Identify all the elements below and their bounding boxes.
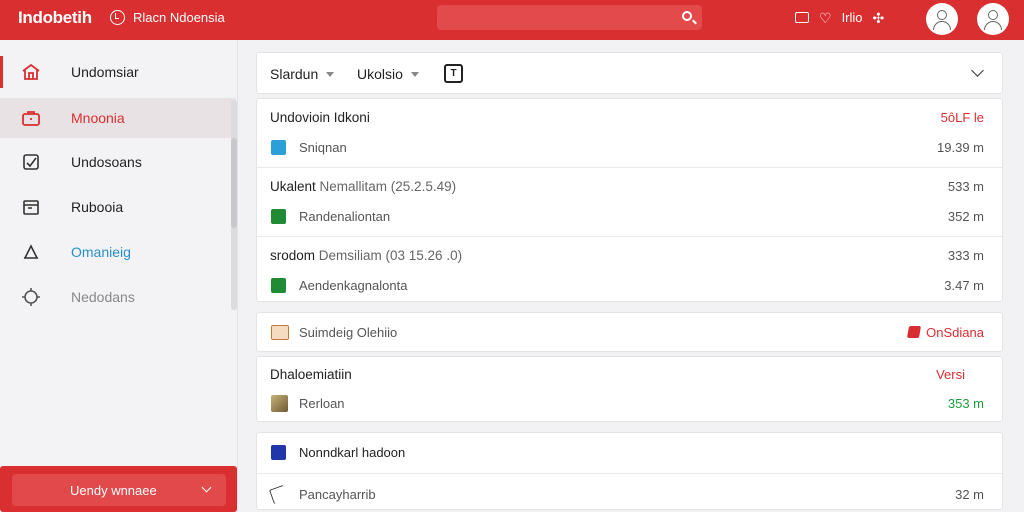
settings-icon (21, 287, 41, 307)
cursor-icon (268, 484, 289, 504)
briefcase-icon (21, 108, 41, 128)
divider (257, 167, 1002, 168)
file-blue-icon (271, 139, 286, 155)
sidebar: Undomsiar Mnoonia Undosoans Rubooia Oman… (0, 40, 238, 512)
toolbar-text[interactable]: Irlio (842, 10, 863, 25)
list-item-header[interactable]: srodom Demsiliam (03 15.26 .0) 333 m (257, 238, 1002, 272)
divider (257, 236, 1002, 237)
sidebar-item-documents[interactable]: Undosoans (0, 142, 236, 182)
photo-icon[interactable] (795, 12, 809, 23)
home-icon (21, 62, 41, 82)
chevron-down-icon (201, 482, 212, 493)
divider (257, 473, 1002, 474)
photo-thumbnail-icon (271, 394, 288, 412)
list-item[interactable]: Randenaliontan 352 m (257, 199, 1002, 233)
sheet-green-icon (271, 208, 286, 224)
list-item[interactable]: Pancayharrib 32 m (257, 477, 1002, 511)
list-item[interactable]: Nonndkarl hadoon (257, 435, 1002, 469)
top-bar: Indobetih Rlacn Ndoensia ♡ Irlio ✣ (0, 0, 1024, 40)
doc-check-icon (21, 152, 41, 172)
results-card: Undovioin Idkoni 5ôLF le Sniqnan 19.39 m… (256, 98, 1003, 302)
filter-bar: Slardun Ukolsio T (256, 52, 1003, 94)
heart-icon[interactable]: ♡ (819, 11, 832, 25)
filter-dropdown-2[interactable]: Ukolsio (357, 66, 419, 82)
sidebar-item-briefcase[interactable]: Mnoonia (0, 98, 236, 138)
list-item-header[interactable]: Ukalent Nemallitam (25.2.5.49) 533 m (257, 169, 1002, 203)
thumbs-up-icon (907, 325, 922, 338)
avatar-body-icon (933, 21, 951, 30)
basket-icon (271, 324, 289, 340)
caret-down-icon (326, 71, 335, 77)
list-item-header[interactable]: Undovioin Idkoni 5ôLF le (257, 100, 1002, 134)
profile-avatar[interactable] (926, 3, 958, 35)
bottom-action-area: Uendy wnnaee (0, 466, 237, 512)
brand-icon (110, 10, 125, 25)
app-navy-icon (271, 444, 286, 460)
sidebar-item-calendar[interactable]: Rubooia (0, 187, 236, 227)
account-avatar[interactable] (977, 3, 1009, 35)
item-card: Nonndkarl hadoon Pancayharrib 32 m (256, 432, 1003, 510)
sidebar-scrollbar[interactable] (231, 100, 237, 310)
search-icon[interactable] (682, 11, 692, 21)
toolbar-icons: ♡ Irlio ✣ (795, 10, 884, 25)
sheet-green-icon (271, 277, 286, 293)
list-item[interactable]: Suimdeig Olehiio OnSdiana (257, 315, 1002, 349)
brand-label: Rlacn Ndoensia (133, 10, 225, 25)
list-item[interactable]: Aendenkagnalonta 3.47 m (257, 268, 1002, 302)
brand-link[interactable]: Rlacn Ndoensia (110, 10, 225, 25)
sidebar-item-alerts[interactable]: Omanieig (0, 232, 236, 272)
chevron-down-icon[interactable] (971, 64, 984, 77)
sidebar-item-home[interactable]: Undomsiar (0, 52, 236, 92)
item-card[interactable]: Suimdeig Olehiio OnSdiana (256, 312, 1003, 352)
list-item[interactable]: Sniqnan 19.39 m (257, 130, 1002, 164)
avatar-head-icon (937, 10, 947, 20)
app-logo[interactable]: Indobetih (18, 8, 92, 28)
filter-dropdown-1[interactable]: Slardun (270, 66, 335, 82)
user-head-icon (988, 10, 998, 20)
calendar-icon (21, 197, 41, 217)
list-item[interactable]: Rerloan 353 m (257, 386, 1002, 420)
user-body-icon (984, 21, 1002, 30)
move-icon[interactable]: ✣ (873, 11, 885, 25)
bottom-action-button[interactable]: Uendy wnnaee (12, 474, 226, 506)
sidebar-item-settings[interactable]: Nedodans (0, 277, 236, 317)
box-icon[interactable]: T (444, 64, 463, 83)
caret-down-icon (410, 71, 419, 77)
item-card: Dhaloemiatiin Versi Rerloan 353 m (256, 356, 1003, 422)
search-input[interactable] (437, 5, 702, 30)
bell-icon (21, 242, 41, 262)
